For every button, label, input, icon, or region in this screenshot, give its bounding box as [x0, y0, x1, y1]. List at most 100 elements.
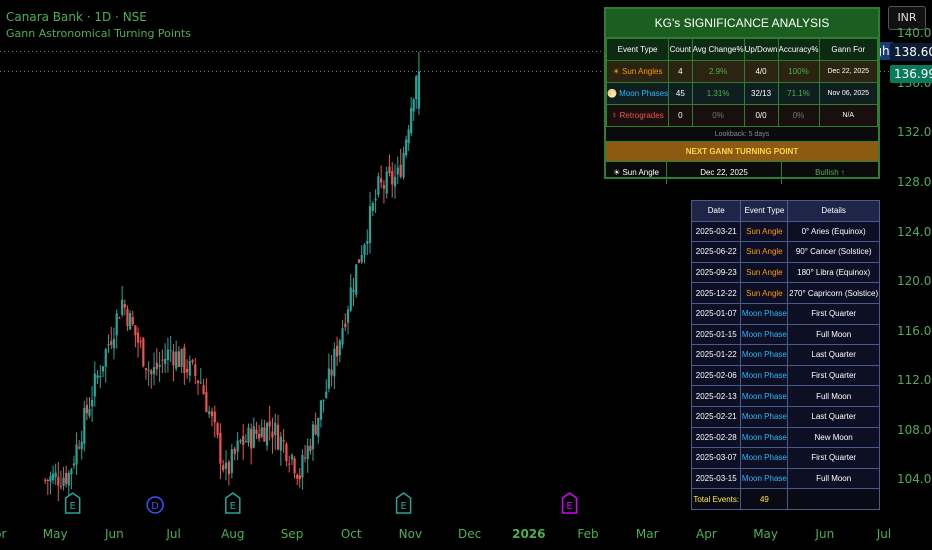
candle	[385, 166, 388, 199]
event-cell-details: 270° Capricorn (Solstice)	[787, 282, 880, 304]
next-event: ☀ Sun Angle	[606, 162, 667, 184]
candle	[101, 366, 105, 378]
total-events-empty	[787, 488, 880, 510]
candle	[139, 336, 142, 348]
event-cell-type: Moon Phase	[740, 323, 789, 346]
candle	[96, 370, 99, 385]
analysis-header-0: Event Type	[605, 38, 670, 61]
analysis-header-2: Avg Change%	[691, 38, 745, 61]
next-turning-point-row: ☀ Sun Angle Dec 22, 2025 Bullish ↑	[606, 162, 878, 184]
candle	[144, 367, 148, 380]
event-header-0: Date	[690, 200, 742, 222]
candle	[44, 477, 47, 484]
analysis-cell-avg: 1.31%	[691, 82, 745, 105]
next-bias: Bullish ↑	[815, 168, 845, 177]
candle	[208, 405, 211, 418]
candle	[355, 264, 358, 298]
candle	[219, 423, 222, 480]
candle	[126, 305, 129, 331]
analysis-cell-avg: 0%	[691, 104, 745, 127]
significance-analysis-panel: KG's SIGNIFICANCE ANALYSIS Event Type Cou…	[604, 7, 880, 184]
analysis-cell-name: 🌕 Moon Phases	[605, 82, 670, 105]
event-row: 2025-03-15 Moon Phase Full Moon	[690, 467, 880, 490]
candle	[75, 432, 78, 475]
candle	[59, 470, 63, 490]
analysis-row: ☀ Sun Angles 4 2.9% 4/0 100% Dec 22, 2025	[605, 60, 879, 83]
event-cell-details: First Quarter	[787, 302, 880, 325]
event-cell-details: Last Quarter	[787, 344, 880, 366]
candle	[67, 470, 70, 498]
time-tick-label: Dec	[457, 527, 482, 541]
candle	[72, 455, 76, 470]
analysis-header-4: Accuracy%	[777, 38, 820, 61]
time-tick-label: Apr	[0, 527, 7, 541]
candle	[391, 162, 394, 198]
analysis-table: Event Type Count Avg Change% Up/Down Accurac…	[605, 38, 879, 127]
candle	[393, 163, 397, 199]
earnings-marker: E	[395, 492, 412, 514]
event-row: 2025-06-22 Sun Angle 90° Cancer (Solstice)	[690, 241, 880, 263]
panel-title: KG's SIGNIFICANCE ANALYSIS	[606, 9, 878, 38]
candle	[213, 405, 216, 438]
candle	[263, 420, 266, 442]
time-tick-label: Jun	[815, 527, 835, 541]
candle	[196, 379, 200, 396]
candle	[276, 414, 280, 451]
lookback-note: Lookback: 5 days	[606, 127, 878, 142]
price-tick-label: 124.00	[897, 224, 932, 239]
candle	[194, 358, 197, 385]
last-price-tag: 136.99	[890, 65, 932, 83]
analysis-header-3: Up/Down	[743, 38, 779, 61]
event-header-1: Event Type	[740, 200, 789, 222]
candle	[366, 229, 369, 256]
time-tick-label: Jun	[105, 527, 124, 541]
price-tick-label: 108.00	[897, 422, 932, 437]
candle	[252, 417, 255, 449]
earnings-marker: E	[561, 492, 578, 514]
candle	[57, 461, 60, 502]
candle	[202, 378, 205, 395]
candle	[136, 327, 140, 358]
candle	[239, 438, 242, 444]
event-cell-date: 2025-03-21	[690, 220, 742, 243]
candle	[412, 97, 415, 121]
event-row: 2025-09-23 Sun Angle 180° Libra (Equinox)	[690, 261, 880, 284]
candle	[298, 468, 301, 488]
event-row: 2025-02-28 Moon Phase New Moon	[690, 426, 880, 449]
event-cell-date: 2025-12-22	[690, 282, 742, 304]
candle	[147, 361, 150, 386]
candle	[222, 459, 225, 473]
candle	[236, 432, 239, 461]
time-tick-label: Apr	[696, 527, 717, 541]
event-cell-details: First Quarter	[787, 447, 880, 469]
candle	[158, 351, 161, 382]
candle	[325, 379, 328, 400]
candle	[341, 319, 344, 349]
earnings-marker: E	[225, 492, 241, 514]
candle	[319, 400, 323, 428]
candle	[327, 353, 330, 393]
candle	[288, 455, 291, 473]
event-cell-details: First Quarter	[787, 364, 880, 387]
price-tick-label: 120.00	[897, 274, 932, 289]
high-price-tag: 138.60	[890, 43, 932, 61]
candle	[279, 431, 282, 466]
analysis-row: 🌕 Moon Phases 45 1.31% 32/13 71.1% Nov 06, 20…	[605, 82, 879, 105]
event-row: 2025-03-07 Moon Phase First Quarter	[690, 447, 880, 469]
event-cell-type: Sun Angle	[740, 282, 789, 304]
time-tick-label: Feb	[577, 527, 599, 541]
candle	[301, 449, 304, 490]
candle	[142, 336, 145, 368]
time-tick-label: 2026	[512, 527, 546, 541]
analysis-cell-name: ☿ Retrogrades	[605, 104, 670, 127]
analysis-cell-updown: 32/13	[743, 82, 779, 105]
candle	[150, 368, 153, 389]
analysis-cell-gann: N/A	[818, 104, 879, 127]
event-cell-details: Full Moon	[787, 385, 880, 407]
candle	[293, 456, 296, 479]
event-cell-type: Moon Phase	[740, 447, 789, 469]
candle	[333, 342, 336, 389]
event-marker-letter: E	[566, 501, 572, 512]
price-tick-label: 104.00	[897, 472, 932, 487]
candle	[51, 465, 55, 485]
